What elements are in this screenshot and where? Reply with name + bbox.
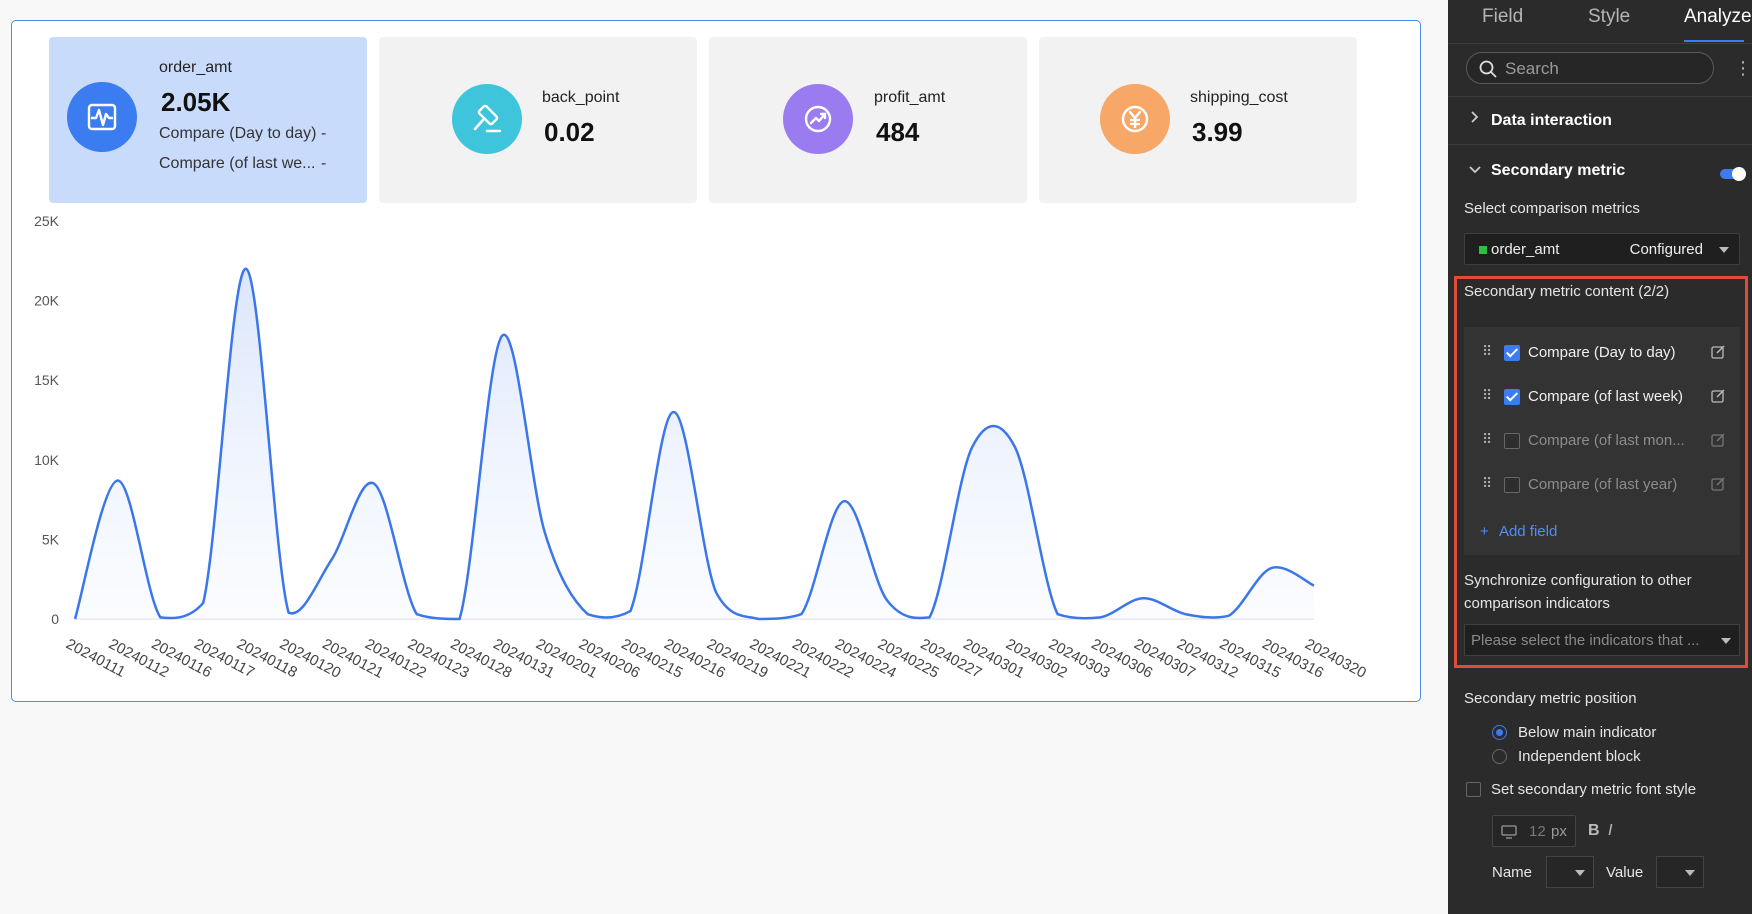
- dashboard-card: order_amt 2.05K Compare (Day to day) - C…: [11, 20, 1421, 702]
- add-field-label: Add field: [1498, 523, 1558, 540]
- metric-color-swatch: [1479, 246, 1487, 254]
- font-style-label: Set secondary metric font style: [1491, 781, 1697, 798]
- field-label: Compare (of last week): [1528, 388, 1684, 405]
- list-item[interactable]: ⠿ Compare (of last year): [1464, 463, 1740, 507]
- chart-area: [75, 268, 1314, 619]
- chevron-down-icon[interactable]: [1468, 162, 1482, 178]
- name-color-label: Name: [1492, 864, 1533, 881]
- active-tab-indicator: [1684, 40, 1744, 42]
- y-tick-label: 20K: [34, 293, 60, 309]
- add-field-button[interactable]: + Add field: [1480, 523, 1557, 540]
- name-color-select[interactable]: [1546, 856, 1594, 888]
- drag-handle-icon[interactable]: ⠿: [1482, 431, 1492, 448]
- caret-down-icon: [1575, 870, 1585, 876]
- comparison-metric-name: order_amt: [1491, 241, 1560, 258]
- edit-icon[interactable]: [1710, 432, 1726, 448]
- search-icon: [1479, 60, 1497, 78]
- bold-button[interactable]: B: [1588, 822, 1600, 840]
- secondary-field-list: ⠿ Compare (Day to day) ⠿ Compare (of las…: [1464, 327, 1740, 555]
- field-label: Compare (Day to day): [1528, 344, 1676, 361]
- y-tick-label: 5K: [42, 531, 60, 547]
- data-interaction-header[interactable]: Data interaction: [1491, 112, 1612, 130]
- y-tick-label: 25K: [34, 213, 60, 229]
- caret-down-icon: [1721, 638, 1731, 644]
- divider: [1448, 144, 1752, 145]
- font-size-unit: px: [1551, 823, 1567, 840]
- sync-label-line1: Synchronize configuration to other: [1464, 572, 1692, 589]
- sync-label-line2: comparison indicators: [1464, 595, 1610, 612]
- sync-indicators-select[interactable]: Please select the indicators that ...: [1464, 624, 1740, 656]
- position-title: Secondary metric position: [1464, 690, 1637, 707]
- line-chart: 25K20K15K10K5K0 202401112024011220240116…: [34, 213, 1369, 682]
- edit-icon[interactable]: [1710, 344, 1726, 360]
- panel-tabs: Field Style Analyze: [1448, 0, 1752, 44]
- y-tick-label: 15K: [34, 372, 60, 388]
- field-checkbox[interactable]: [1504, 389, 1520, 405]
- caret-down-icon: [1719, 247, 1729, 253]
- tab-field[interactable]: Field: [1482, 6, 1523, 28]
- comparison-metric-select[interactable]: order_amt Configured: [1464, 233, 1740, 265]
- field-checkbox[interactable]: [1504, 433, 1520, 449]
- chevron-right-icon[interactable]: [1470, 110, 1480, 127]
- field-checkbox[interactable]: [1504, 477, 1520, 493]
- select-comparison-label: Select comparison metrics: [1464, 200, 1640, 217]
- field-checkbox[interactable]: [1504, 345, 1520, 361]
- radio-label: Independent block: [1518, 748, 1641, 765]
- secondary-metric-toggle[interactable]: [1720, 167, 1746, 181]
- y-tick-label: 0: [51, 611, 59, 627]
- value-color-select[interactable]: [1656, 856, 1704, 888]
- config-panel: Field Style Analyze Search ⋮ Data intera…: [1448, 0, 1752, 914]
- plus-icon: +: [1480, 523, 1489, 540]
- list-item[interactable]: ⠿ Compare (Day to day): [1464, 331, 1740, 375]
- font-size-value: 12: [1529, 823, 1546, 840]
- divider: [1448, 96, 1752, 97]
- list-item[interactable]: ⠿ Compare (of last mon...: [1464, 419, 1740, 463]
- edit-icon[interactable]: [1710, 388, 1726, 404]
- value-color-label: Value: [1606, 864, 1644, 881]
- radio-below-main[interactable]: [1492, 725, 1507, 740]
- font-size-input[interactable]: 12 px: [1492, 815, 1576, 847]
- font-style-checkbox[interactable]: [1466, 782, 1481, 797]
- content-title: Secondary metric content (2/2): [1464, 283, 1670, 300]
- list-item[interactable]: ⠿ Compare (of last week): [1464, 375, 1740, 419]
- secondary-metric-header[interactable]: Secondary metric: [1491, 162, 1625, 180]
- field-label: Compare (of last year): [1528, 476, 1678, 493]
- radio-independent-block[interactable]: [1492, 749, 1507, 764]
- comparison-status: Configured: [1629, 241, 1703, 258]
- drag-handle-icon[interactable]: ⠿: [1482, 343, 1492, 360]
- tab-analyze[interactable]: Analyze: [1684, 6, 1752, 28]
- tab-style[interactable]: Style: [1588, 6, 1630, 28]
- caret-down-icon: [1685, 870, 1695, 876]
- more-options-icon[interactable]: ⋮: [1734, 58, 1752, 79]
- radio-label: Below main indicator: [1518, 724, 1657, 741]
- monitor-icon: [1501, 825, 1517, 839]
- sync-placeholder: Please select the indicators that ...: [1471, 632, 1700, 649]
- search-input[interactable]: Search: [1466, 52, 1714, 84]
- drag-handle-icon[interactable]: ⠿: [1482, 387, 1492, 404]
- drag-handle-icon[interactable]: ⠿: [1482, 475, 1492, 492]
- field-label: Compare (of last mon...: [1528, 432, 1685, 449]
- y-tick-label: 10K: [34, 452, 60, 468]
- edit-icon[interactable]: [1710, 476, 1726, 492]
- search-placeholder: Search: [1505, 59, 1559, 78]
- italic-button[interactable]: I: [1608, 822, 1612, 840]
